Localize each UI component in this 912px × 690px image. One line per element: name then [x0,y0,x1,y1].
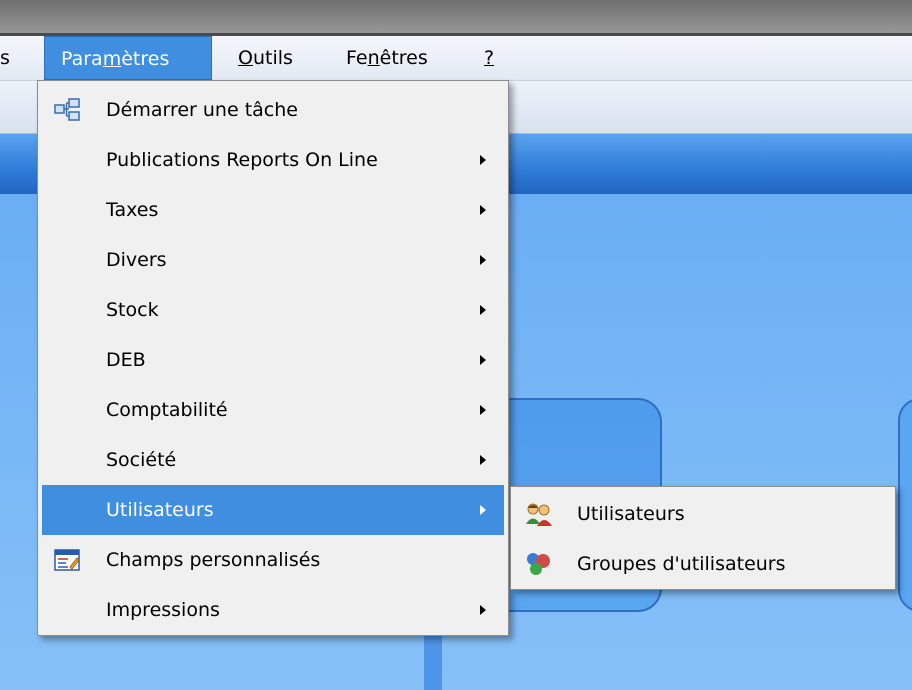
menubar-label-post: ètres [121,48,170,70]
menu-item-label: Taxes [106,199,159,221]
menubar-item-outils[interactable]: Outils [238,36,293,80]
menu-bar: s Paramètres Outils Fenêtres ? [0,36,912,81]
menubar-label-mnemonic: n [367,47,380,69]
submenu-item-label: Groupes d'utilisateurs [577,553,786,575]
submenu-arrow-icon [480,205,486,215]
menu-item-comptabilite[interactable]: Comptabilité [38,385,508,435]
menubar-label-post: êtres [379,47,428,69]
menu-item-utilisateurs[interactable]: Utilisateurs [42,485,504,535]
tree-structure-icon [54,97,80,123]
submenu-arrow-icon [480,405,486,415]
menubar-label-mnemonic: O [238,47,253,69]
menubar-item-parametres[interactable]: Paramètres [44,36,212,80]
submenu-arrow-icon [480,455,486,465]
menu-item-divers[interactable]: Divers [38,235,508,285]
menubar-label-post: utils [252,47,293,69]
menu-item-deb[interactable]: DEB [38,335,508,385]
custom-fields-icon [54,547,80,573]
parametres-dropdown-menu: Démarrer une tâche Publications Reports … [37,80,509,636]
submenu-item-groupes[interactable]: Groupes d'utilisateurs [511,539,895,589]
submenu-arrow-icon [480,605,486,615]
menubar-item-partial[interactable]: s [0,36,10,80]
submenu-arrow-icon [480,305,486,315]
menubar-label-pre: Para [61,48,103,70]
menu-item-label: Divers [106,249,167,271]
submenu-arrow-icon [480,505,486,515]
menu-item-label: Société [106,449,177,471]
menu-item-label: Stock [106,299,159,321]
menu-item-demarrer-tache[interactable]: Démarrer une tâche [38,85,508,135]
menu-item-label: Champs personnalisés [106,549,321,571]
menu-item-publications[interactable]: Publications Reports On Line [38,135,508,185]
submenu-arrow-icon [480,355,486,365]
submenu-arrow-icon [480,155,486,165]
menu-item-stock[interactable]: Stock [38,285,508,335]
menubar-label-mnemonic: ? [484,47,495,69]
menu-item-label: Impressions [106,599,220,621]
menu-item-label: Démarrer une tâche [106,99,298,121]
menubar-label-pre: Fe [346,47,368,69]
users-icon [525,501,553,527]
menu-item-champs-personnalises[interactable]: Champs personnalisés [38,535,508,585]
menu-item-label: Comptabilité [106,399,228,421]
menu-item-societe[interactable]: Société [38,435,508,485]
menu-item-label: Publications Reports On Line [106,149,378,171]
submenu-arrow-icon [480,255,486,265]
menubar-item-fenetres[interactable]: Fenêtres [346,36,428,80]
content-panel-right[interactable] [898,398,912,612]
submenu-item-utilisateurs[interactable]: Utilisateurs [511,489,895,539]
menu-item-label: Utilisateurs [106,499,214,521]
user-groups-icon [525,551,553,577]
menubar-item-help[interactable]: ? [484,36,494,80]
window-titlebar [0,0,912,36]
menubar-label-mnemonic: m [102,48,122,70]
menu-item-label: DEB [106,349,146,371]
menu-item-taxes[interactable]: Taxes [38,185,508,235]
menu-item-impressions[interactable]: Impressions [38,585,508,635]
submenu-item-label: Utilisateurs [577,503,685,525]
utilisateurs-submenu: Utilisateurs Groupes d'utilisateurs [510,486,896,590]
